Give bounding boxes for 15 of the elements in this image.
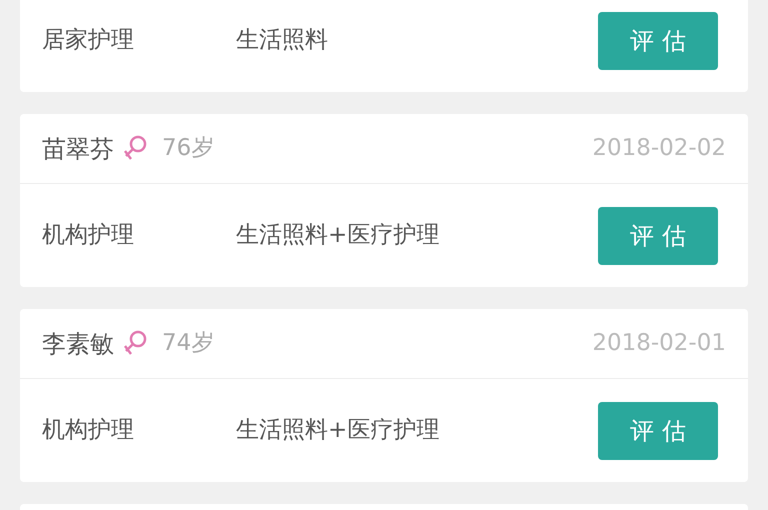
record-date: 2018-02-01 <box>592 329 726 358</box>
patient-name: 苗翠芬 <box>42 134 114 164</box>
care-type: 机构护理 <box>42 416 135 446</box>
service-type: 生活照料+医疗护理 <box>236 221 440 250</box>
assess-button[interactable]: 评 估 <box>598 12 718 70</box>
patient-age: 74岁 <box>162 329 214 358</box>
assess-button[interactable]: 评 估 <box>598 206 718 264</box>
service-type: 生活照料 <box>236 26 328 56</box>
care-type: 居家护理 <box>42 26 135 56</box>
patient-age: 76岁 <box>162 134 214 164</box>
patient-name: 李素敏 <box>42 328 114 360</box>
record-date: 2018-02-02 <box>592 134 726 164</box>
care-type: 机构护理 <box>42 221 135 250</box>
assess-button[interactable]: 评 估 <box>598 402 718 460</box>
service-type: 生活照料+医疗护理 <box>236 416 440 446</box>
